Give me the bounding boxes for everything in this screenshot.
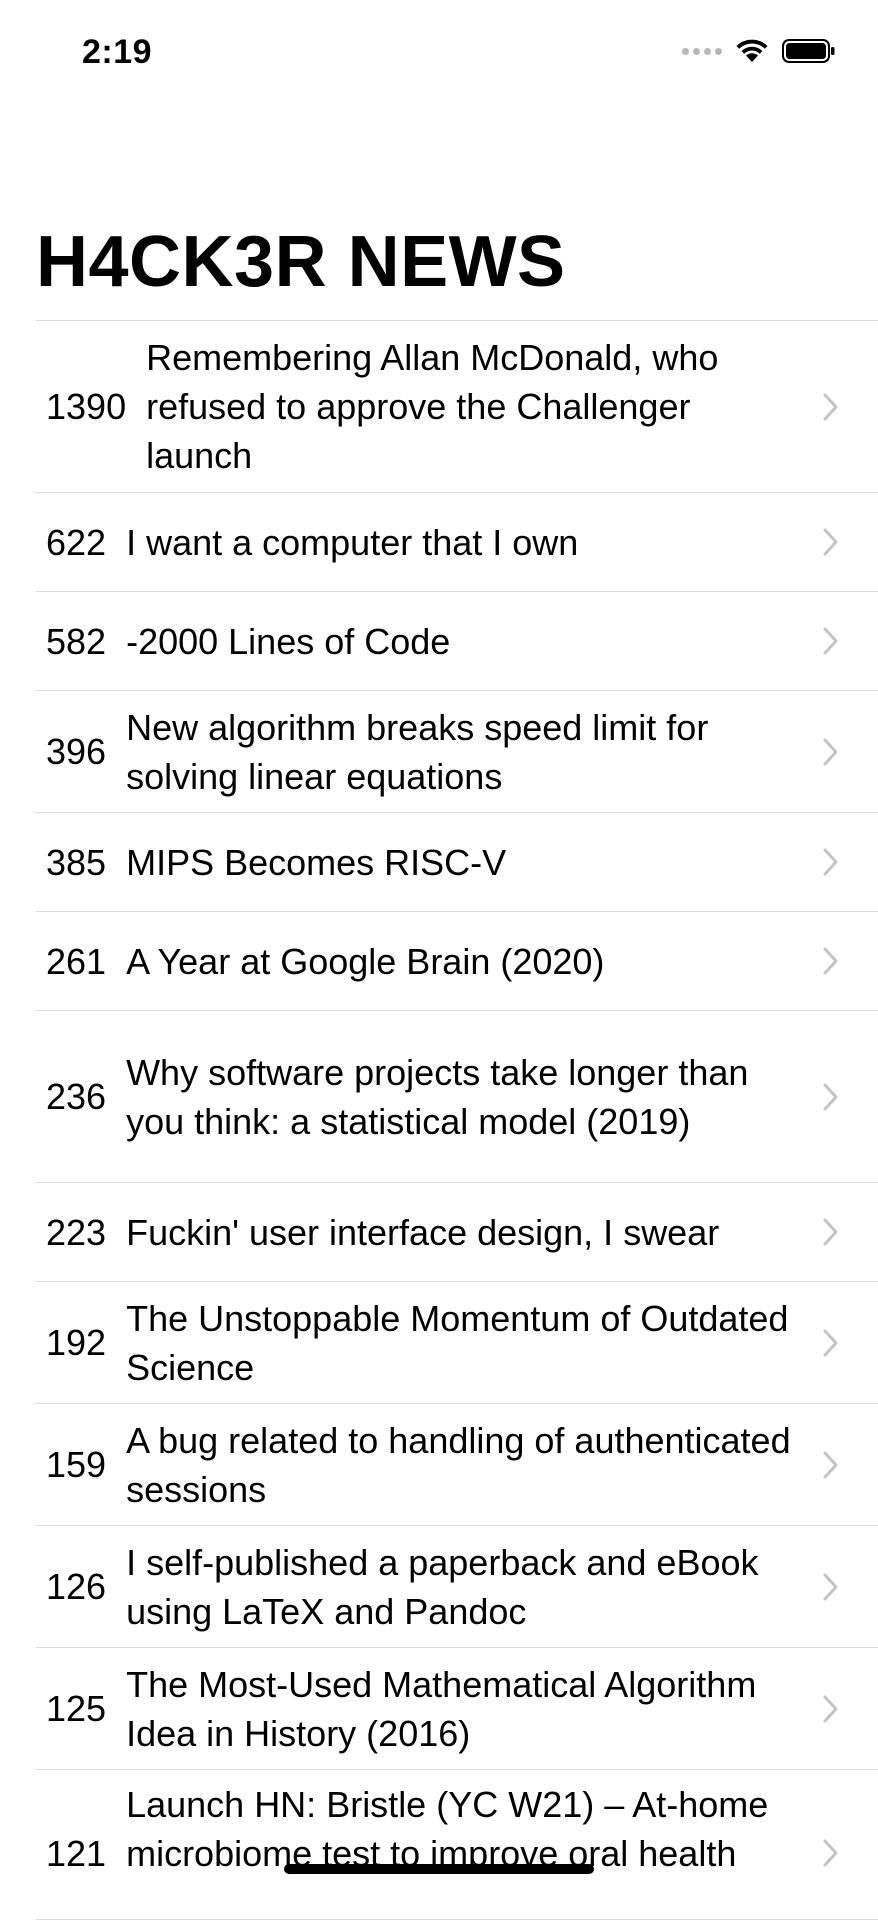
chevron-right-icon [823, 1329, 838, 1356]
story-title: Remembering Allan McDonald, who refused … [146, 337, 719, 476]
story-score: 121 [46, 1833, 107, 1874]
page-title: H4CK3R NEWS [36, 222, 566, 302]
chevron-right-icon [823, 1218, 838, 1246]
story-title: MIPS Becomes RISC-V [126, 841, 507, 883]
wifi-icon [736, 39, 768, 62]
story-title: Why software projects take longer than y… [126, 1051, 749, 1142]
story-title: -2000 Lines of Code [126, 620, 451, 662]
story-row[interactable]: 125 The Most-Used Mathematical Algorithm … [36, 1648, 878, 1770]
story-title: A bug related to handling of authenticat… [126, 1419, 791, 1510]
story-title: New algorithm breaks speed limit for sol… [126, 706, 709, 797]
story-row[interactable]: 236 Why software projects take longer tha… [36, 1011, 878, 1183]
chevron-right-icon [823, 1451, 838, 1478]
story-title: A Year at Google Brain (2020) [126, 940, 605, 982]
story-title: I self-published a paperback and eBook u… [126, 1541, 759, 1632]
home-indicator[interactable] [284, 1864, 594, 1874]
story-list: 1390 Remembering Allan McDonald, who refu… [36, 320, 878, 1920]
story-row[interactable]: 1390 Remembering Allan McDonald, who refu… [36, 321, 878, 493]
chevron-right-icon [823, 1573, 838, 1600]
chevron-right-icon [823, 848, 838, 876]
story-score: 582 [46, 620, 107, 662]
story-row[interactable]: 385 MIPS Becomes RISC-V [36, 813, 878, 912]
story-score: 125 [46, 1688, 107, 1729]
story-score: 192 [46, 1322, 107, 1363]
battery-icon [782, 39, 835, 63]
story-row[interactable]: 223 Fuckin' user interface design, I swea… [36, 1183, 878, 1282]
story-row[interactable]: 622 I want a computer that I own [36, 493, 878, 592]
story-title: I want a computer that I own [126, 521, 579, 563]
story-score: 223 [46, 1211, 107, 1253]
story-score: 159 [46, 1444, 107, 1485]
chevron-right-icon [823, 627, 838, 655]
chevron-right-icon [823, 393, 838, 420]
story-row[interactable]: 261 A Year at Google Brain (2020) [36, 912, 878, 1011]
story-score: 385 [46, 841, 107, 883]
status-icons [682, 38, 836, 64]
status-bar: 2:19 [0, 0, 878, 110]
cellular-signal-icon [682, 47, 722, 55]
story-row[interactable]: 582 -2000 Lines of Code [36, 592, 878, 691]
story-title: Fuckin' user interface design, I swear [126, 1211, 720, 1253]
chevron-right-icon [823, 947, 838, 975]
chevron-right-icon [823, 738, 838, 765]
status-time: 2:19 [82, 33, 153, 71]
story-score: 1390 [46, 386, 127, 427]
story-row[interactable]: 159 A bug related to handling of authenti… [36, 1404, 878, 1526]
story-title: The Unstoppable Momentum of Outdated Sci… [126, 1297, 789, 1388]
story-row[interactable]: 126 I self-published a paperback and eBoo… [36, 1526, 878, 1648]
story-score: 396 [46, 731, 107, 772]
story-title: The Most-Used Mathematical Algorithm Ide… [126, 1663, 757, 1754]
story-row[interactable]: 192 The Unstoppable Momentum of Outdated … [36, 1282, 878, 1404]
chevron-right-icon [823, 1695, 838, 1722]
story-score: 622 [46, 521, 107, 563]
story-row[interactable]: 121 Launch HN: Bristle (YC W21) – At-home… [36, 1770, 878, 1920]
chevron-right-icon [823, 1083, 838, 1110]
chevron-right-icon [823, 528, 838, 556]
story-score: 236 [46, 1076, 107, 1117]
story-score: 261 [46, 940, 107, 982]
story-score: 126 [46, 1566, 107, 1607]
chevron-right-icon [823, 1839, 838, 1867]
story-row[interactable]: 396 New algorithm breaks speed limit for … [36, 691, 878, 813]
